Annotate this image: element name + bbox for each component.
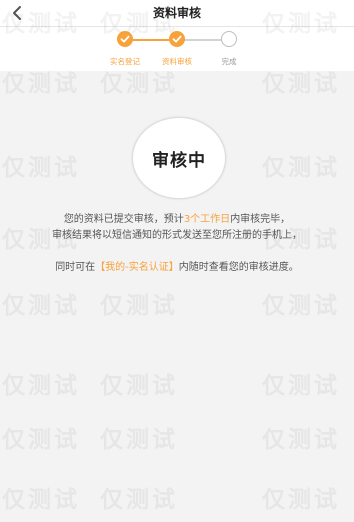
watermark-text: 仅测试 <box>100 427 178 453</box>
watermark-text: 仅测试 <box>262 487 340 513</box>
watermark-text: 仅测试 <box>100 373 178 399</box>
step-label-2: 资料审核 <box>162 57 192 66</box>
nav-bar: 资料审核 <box>0 0 354 27</box>
step-2-check-icon <box>169 31 185 47</box>
step-label-3: 完成 <box>221 57 237 66</box>
step-label-1: 实名登记 <box>110 57 140 66</box>
status-circle: 审核中 <box>132 117 226 199</box>
message-line-1: 您的资料已提交审核，预计3个工作日内审核完毕， <box>0 210 354 225</box>
watermark-text: 仅测试 <box>2 293 80 319</box>
step-1-check-icon <box>117 31 133 47</box>
watermark-text: 仅测试 <box>100 293 178 319</box>
watermark-text: 仅测试 <box>262 155 340 181</box>
step-connector <box>184 39 222 41</box>
message-line-3: 同时可在【我的-实名认证】内随时查看您的审核进度。 <box>0 258 354 273</box>
status-title: 审核中 <box>152 150 206 171</box>
watermark-text: 仅测试 <box>2 373 80 399</box>
message-highlight: 3个工作日 <box>183 214 231 225</box>
message-text: 同时可在 <box>55 262 96 273</box>
page-title: 资料审核 <box>152 6 201 20</box>
message-text: 您的资料已提交审核，预计 <box>63 214 184 225</box>
message-text: 内审核完毕， <box>230 214 291 225</box>
watermark-text: 仅测试 <box>2 427 80 453</box>
watermark-text: 仅测试 <box>2 487 80 513</box>
watermark-text: 仅测试 <box>262 427 340 453</box>
step-connector <box>132 39 174 41</box>
progress-steps: 实名登记 资料审核 完成 <box>0 27 354 71</box>
watermark-text: 仅测试 <box>100 487 178 513</box>
watermark-text: 仅测试 <box>262 373 340 399</box>
step-3-dot <box>221 31 237 47</box>
message-text: 内随时查看您的审核进度。 <box>178 262 299 273</box>
message-line-2: 审核结果将以短信通知的形式发送至您所注册的手机上， <box>52 230 302 241</box>
verify-link[interactable]: 【我的-实名认证】 <box>95 262 179 273</box>
watermark-text: 仅测试 <box>2 155 80 181</box>
watermark-text: 仅测试 <box>262 293 340 319</box>
